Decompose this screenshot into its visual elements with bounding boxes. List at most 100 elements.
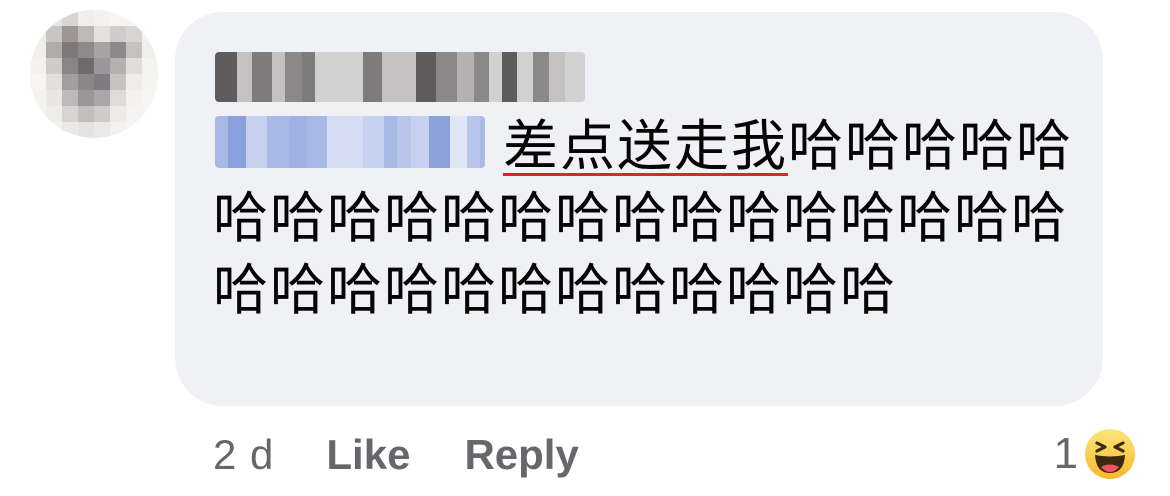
avatar-pixel xyxy=(46,10,62,26)
avatar-pixel xyxy=(30,106,46,122)
censor-block xyxy=(272,52,285,102)
avatar-pixel xyxy=(78,10,94,26)
avatar-pixel xyxy=(62,26,78,42)
avatar-pixel xyxy=(78,26,94,42)
avatar-pixel xyxy=(46,58,62,74)
avatar-pixel xyxy=(94,58,110,74)
reply-button[interactable]: Reply xyxy=(464,431,578,479)
avatar-pixel xyxy=(126,26,142,42)
censor-block xyxy=(502,52,517,102)
censor-block xyxy=(333,52,349,102)
avatar-pixel xyxy=(62,106,78,122)
censor-block xyxy=(315,52,333,102)
avatar-pixel xyxy=(126,42,142,58)
reaction-count: 1 xyxy=(1053,429,1078,478)
avatar-pixel xyxy=(94,90,110,106)
censor-block xyxy=(474,52,489,102)
avatar-pixel xyxy=(46,122,62,138)
avatar-pixel xyxy=(30,42,46,58)
avatar-pixel xyxy=(30,58,46,74)
avatar-pixel xyxy=(62,58,78,74)
comment-text: 差点送走我哈哈哈哈哈哈哈哈哈哈哈哈哈哈哈哈哈哈哈哈哈哈哈哈哈哈哈哈哈哈哈哈 xyxy=(213,110,1083,326)
avatar-pixel xyxy=(142,106,158,122)
avatar-pixel xyxy=(142,26,158,42)
comment-text-underlined: 差点送走我 xyxy=(503,114,789,178)
tag-placeholder xyxy=(213,164,503,165)
avatar-pixel xyxy=(30,90,46,106)
avatar-pixel xyxy=(62,74,78,90)
avatar-pixel xyxy=(78,90,94,106)
avatar-pixel xyxy=(142,90,158,106)
censor-block xyxy=(436,52,457,102)
avatar-pixel xyxy=(126,58,142,74)
avatar-pixel xyxy=(142,122,158,138)
avatar-pixel xyxy=(94,122,110,138)
avatar-pixel xyxy=(46,74,62,90)
avatar-pixel xyxy=(78,58,94,74)
avatar-pixel xyxy=(142,10,158,26)
censor-block xyxy=(215,52,237,102)
author-name-censored[interactable] xyxy=(215,52,585,102)
reaction-summary[interactable]: 1 xyxy=(1054,424,1136,484)
avatar-pixel xyxy=(94,74,110,90)
avatar-pixel xyxy=(46,106,62,122)
avatar[interactable] xyxy=(30,10,158,138)
censor-block xyxy=(302,52,315,102)
avatar-pixel xyxy=(46,42,62,58)
avatar-pixel xyxy=(126,90,142,106)
censor-block xyxy=(457,52,474,102)
censor-block xyxy=(517,52,533,102)
censor-block xyxy=(285,52,302,102)
avatar-pixel xyxy=(142,42,158,58)
avatar-pixel xyxy=(126,74,142,90)
avatar-pixel xyxy=(78,74,94,90)
avatar-pixel xyxy=(94,10,110,26)
censor-block xyxy=(416,52,436,102)
timestamp[interactable]: 2 d xyxy=(213,431,274,479)
avatar-pixel xyxy=(126,10,142,26)
avatar-pixel xyxy=(110,10,126,26)
censor-block xyxy=(363,52,382,102)
avatar-pixel xyxy=(110,42,126,58)
avatar-pixel xyxy=(62,10,78,26)
avatar-pixel xyxy=(142,58,158,74)
censor-block xyxy=(533,52,549,102)
avatar-pixel xyxy=(94,106,110,122)
censor-block xyxy=(549,52,565,102)
avatar-pixel xyxy=(30,122,46,138)
avatar-pixel xyxy=(94,26,110,42)
censor-block xyxy=(398,52,416,102)
avatar-pixel xyxy=(78,122,94,138)
avatar-pixel xyxy=(126,122,142,138)
avatar-pixel xyxy=(110,58,126,74)
comment-footer: 2 d Like Reply xyxy=(213,425,633,485)
avatar-pixel xyxy=(30,10,46,26)
censor-block xyxy=(237,52,252,102)
avatar-pixel xyxy=(126,106,142,122)
avatar-pixel xyxy=(110,122,126,138)
avatar-pixel xyxy=(142,74,158,90)
haha-emoji-icon xyxy=(1085,429,1135,479)
avatar-pixel xyxy=(78,42,94,58)
avatar-pixel xyxy=(46,26,62,42)
censor-block xyxy=(382,52,398,102)
avatar-pixel xyxy=(110,74,126,90)
censor-block xyxy=(582,52,585,102)
avatar-pixel xyxy=(30,74,46,90)
avatar-pixel xyxy=(110,26,126,42)
comment-bubble: 差点送走我哈哈哈哈哈哈哈哈哈哈哈哈哈哈哈哈哈哈哈哈哈哈哈哈哈哈哈哈哈哈哈哈 xyxy=(175,12,1103,406)
avatar-pixel xyxy=(62,90,78,106)
avatar-pixel xyxy=(78,106,94,122)
censor-block xyxy=(252,52,272,102)
avatar-pixel xyxy=(30,26,46,42)
avatar-pixel xyxy=(110,90,126,106)
censor-block xyxy=(565,52,582,102)
censor-block xyxy=(349,52,363,102)
avatar-pixel xyxy=(62,122,78,138)
avatar-pixel xyxy=(62,42,78,58)
avatar-pixel xyxy=(46,90,62,106)
censor-block xyxy=(489,52,502,102)
avatar-pixel xyxy=(110,106,126,122)
like-button[interactable]: Like xyxy=(326,431,410,479)
comment: 差点送走我哈哈哈哈哈哈哈哈哈哈哈哈哈哈哈哈哈哈哈哈哈哈哈哈哈哈哈哈哈哈哈哈 2 … xyxy=(0,0,1170,496)
